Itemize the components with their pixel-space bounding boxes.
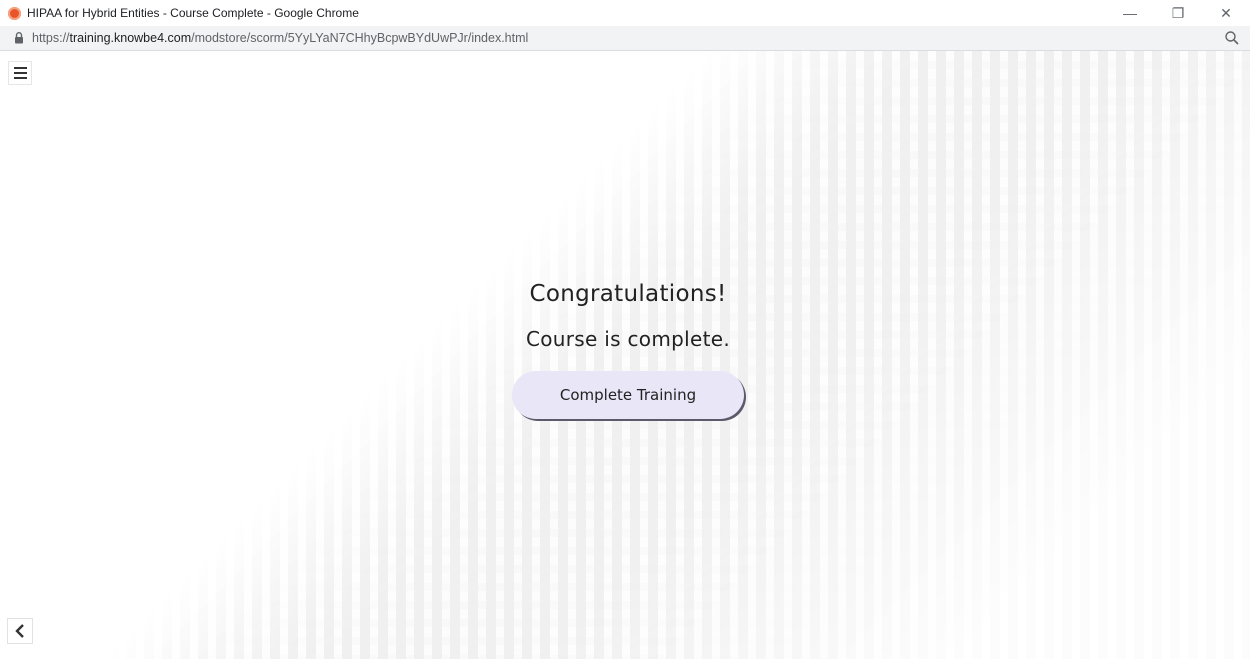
address-bar[interactable]: https://training.knowbe4.com/modstore/sc… bbox=[0, 26, 1250, 51]
window-title: HIPAA for Hybrid Entities - Course Compl… bbox=[27, 6, 359, 20]
url-scheme: https:// bbox=[32, 31, 70, 45]
url-host: training.knowbe4.com bbox=[69, 31, 192, 45]
close-button[interactable]: ✕ bbox=[1202, 0, 1250, 26]
favicon-icon bbox=[8, 6, 21, 20]
minimize-button[interactable]: — bbox=[1106, 0, 1154, 26]
complete-training-button[interactable]: Complete Training bbox=[512, 371, 744, 419]
congratulations-heading: Congratulations! bbox=[529, 281, 727, 307]
restore-button[interactable]: ❐ bbox=[1154, 0, 1202, 26]
chevron-left-icon bbox=[15, 624, 24, 638]
back-button[interactable] bbox=[7, 618, 33, 644]
url-path: /modstore/scorm/5YyLYaN7CHhyBcpwBYdUwPJr… bbox=[191, 31, 529, 45]
course-complete-text: Course is complete. bbox=[526, 327, 730, 351]
magnifier-icon[interactable] bbox=[1224, 30, 1240, 46]
window-controls: — ❐ ✕ bbox=[1106, 0, 1250, 26]
title-bar: HIPAA for Hybrid Entities - Course Compl… bbox=[0, 0, 1250, 26]
course-content: Congratulations! Course is complete. Com… bbox=[0, 51, 1250, 659]
lock-icon bbox=[15, 32, 23, 44]
browser-window: HIPAA for Hybrid Entities - Course Compl… bbox=[0, 0, 1250, 659]
completion-panel: Congratulations! Course is complete. Com… bbox=[0, 281, 1250, 419]
hamburger-menu-icon[interactable] bbox=[8, 61, 32, 85]
url-text[interactable]: https://training.knowbe4.com/modstore/sc… bbox=[32, 31, 528, 45]
